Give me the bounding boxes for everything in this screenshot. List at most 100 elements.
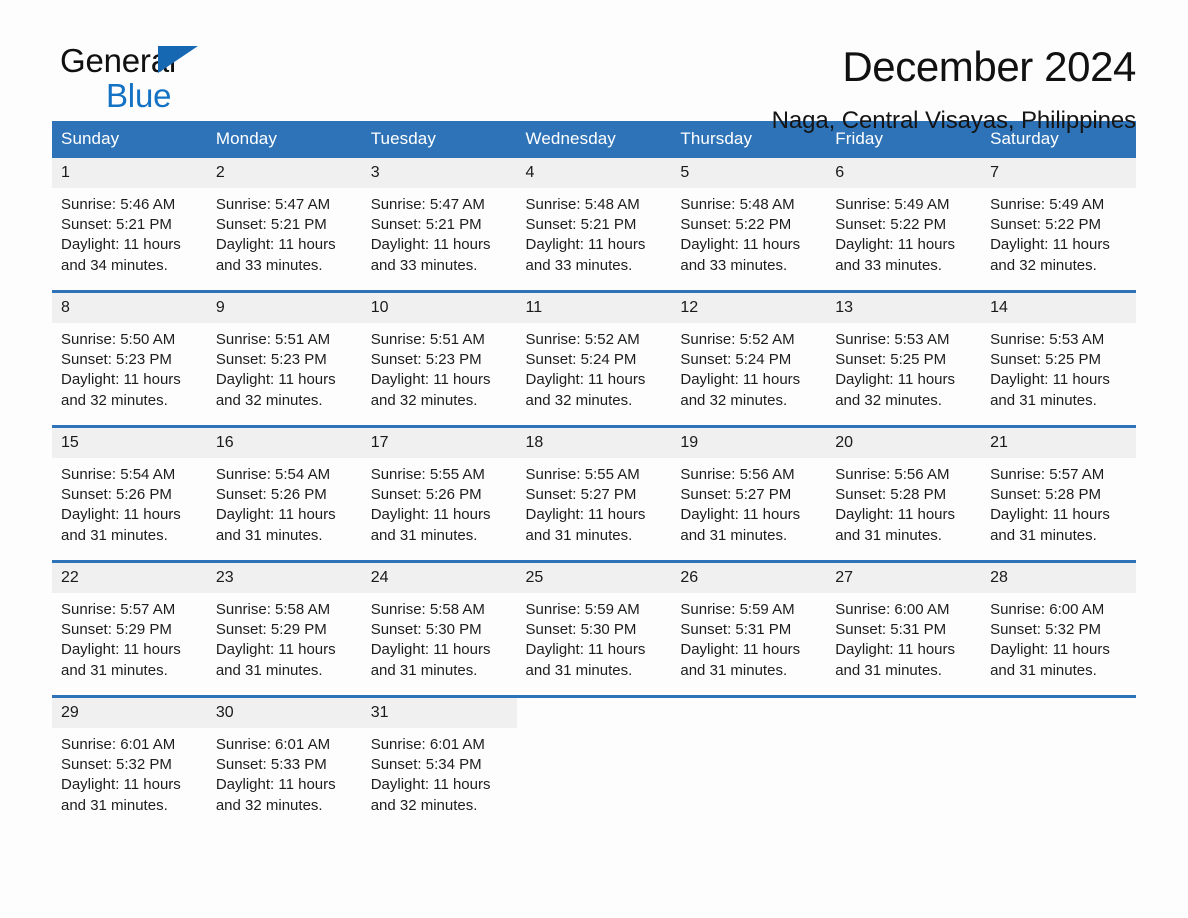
day-details: Sunrise: 5:47 AM Sunset: 5:21 PM Dayligh…	[207, 188, 362, 276]
day-details: Sunrise: 6:01 AM Sunset: 5:32 PM Dayligh…	[52, 728, 207, 816]
day-number: 17	[361, 428, 517, 458]
sunrise-text: Sunrise: 5:58 AM	[215, 601, 331, 618]
sunset-text: Sunset: 5:25 PM	[835, 351, 947, 369]
day-cell[interactable]: 12 Sunrise: 5:52 AM Sunset: 5:24 PM Dayl…	[671, 290, 827, 427]
day-cell[interactable]: 13 Sunrise: 5:53 AM Sunset: 5:25 PM Dayl…	[826, 290, 982, 427]
day-cell[interactable]: 7 Sunrise: 5:49 AM Sunset: 5:22 PM Dayli…	[981, 158, 1136, 292]
calendar-week-row: 1 Sunrise: 5:46 AM Sunset: 5:21 PM Dayli…	[52, 158, 1136, 292]
day-number: 20	[826, 428, 982, 458]
day-cell[interactable]: 10 Sunrise: 5:51 AM Sunset: 5:23 PM Dayl…	[361, 290, 517, 427]
day-cell[interactable]: 1 Sunrise: 5:46 AM Sunset: 5:21 PM Dayli…	[52, 158, 207, 292]
day-details: Sunrise: 6:01 AM Sunset: 5:34 PM Dayligh…	[362, 728, 517, 816]
day-cell[interactable]: 9 Sunrise: 5:51 AM Sunset: 5:23 PM Dayli…	[206, 290, 362, 427]
daylight-text: Daylight: 11 hours and 32 minutes.	[525, 371, 646, 409]
day-number: 27	[826, 563, 982, 593]
title-block: December 2024 Naga, Central Visayas, Phi…	[772, 43, 1137, 135]
day-cell[interactable]: 11 Sunrise: 5:52 AM Sunset: 5:24 PM Dayl…	[516, 290, 672, 427]
day-cell[interactable]: 3 Sunrise: 5:47 AM Sunset: 5:21 PM Dayli…	[361, 158, 517, 292]
logo-triangle-icon	[158, 46, 198, 73]
day-cell[interactable]: 2 Sunrise: 5:47 AM Sunset: 5:21 PM Dayli…	[206, 158, 362, 292]
day-number: 18	[516, 428, 672, 458]
day-cell[interactable]: 23 Sunrise: 5:58 AM Sunset: 5:29 PM Dayl…	[206, 560, 362, 697]
sunrise-text: Sunrise: 5:47 AM	[370, 196, 485, 213]
day-cell[interactable]: 28 Sunrise: 6:00 AM Sunset: 5:32 PM Dayl…	[981, 560, 1136, 697]
sunrise-text: Sunrise: 6:00 AM	[990, 601, 1105, 618]
sunrise-text: Sunrise: 5:51 AM	[370, 331, 485, 348]
day-cell[interactable]: 29 Sunrise: 6:01 AM Sunset: 5:32 PM Dayl…	[52, 695, 207, 830]
day-cell[interactable]: 30 Sunrise: 6:01 AM Sunset: 5:33 PM Dayl…	[206, 695, 362, 830]
sunset-text: Sunset: 5:33 PM	[215, 756, 327, 774]
day-number: 15	[52, 428, 207, 458]
daylight-text: Daylight: 11 hours and 31 minutes.	[61, 641, 181, 679]
day-cell[interactable]: 6 Sunrise: 5:49 AM Sunset: 5:22 PM Dayli…	[826, 158, 982, 292]
sunset-text: Sunset: 5:25 PM	[990, 351, 1101, 369]
sunset-text: Sunset: 5:32 PM	[990, 621, 1101, 639]
sunset-text: Sunset: 5:26 PM	[370, 486, 482, 504]
day-cell[interactable]: 8 Sunrise: 5:50 AM Sunset: 5:23 PM Dayli…	[52, 290, 207, 427]
sunrise-text: Sunrise: 6:01 AM	[215, 736, 331, 753]
day-cell[interactable]: 22 Sunrise: 5:57 AM Sunset: 5:29 PM Dayl…	[52, 560, 207, 697]
weekday-header-sunday: Sunday	[52, 121, 207, 158]
day-cell[interactable]: 14 Sunrise: 5:53 AM Sunset: 5:25 PM Dayl…	[981, 290, 1136, 427]
day-details: Sunrise: 6:01 AM Sunset: 5:33 PM Dayligh…	[207, 728, 362, 816]
daylight-text: Daylight: 11 hours and 31 minutes.	[370, 641, 491, 679]
sunrise-text: Sunrise: 5:50 AM	[61, 331, 176, 348]
sunset-text: Sunset: 5:22 PM	[835, 216, 947, 234]
day-number: 24	[361, 563, 517, 593]
daylight-text: Daylight: 11 hours and 31 minutes.	[990, 641, 1110, 679]
page-title: December 2024	[842, 43, 1136, 90]
day-details: Sunrise: 5:58 AM Sunset: 5:30 PM Dayligh…	[362, 593, 517, 681]
daylight-text: Daylight: 11 hours and 32 minutes.	[835, 371, 956, 409]
daylight-text: Daylight: 11 hours and 32 minutes.	[680, 371, 801, 409]
calendar-page: General Blue December 2024 Naga, Central…	[0, 0, 1188, 918]
day-number: 19	[671, 428, 827, 458]
page-header: General Blue December 2024 Naga, Central…	[52, 0, 1136, 134]
day-details: Sunrise: 5:56 AM Sunset: 5:28 PM Dayligh…	[826, 458, 981, 546]
day-number: 9	[206, 293, 362, 323]
daylight-text: Daylight: 11 hours and 31 minutes.	[61, 776, 181, 814]
day-number: 7	[981, 158, 1136, 188]
sunrise-text: Sunrise: 5:52 AM	[525, 331, 640, 348]
day-cell[interactable]: 26 Sunrise: 5:59 AM Sunset: 5:31 PM Dayl…	[671, 560, 827, 697]
sunrise-text: Sunrise: 5:49 AM	[990, 196, 1105, 213]
sunset-text: Sunset: 5:21 PM	[215, 216, 327, 234]
day-cell[interactable]: 17 Sunrise: 5:55 AM Sunset: 5:26 PM Dayl…	[361, 425, 517, 562]
daylight-text: Daylight: 11 hours and 31 minutes.	[525, 506, 646, 544]
day-cell[interactable]: 19 Sunrise: 5:56 AM Sunset: 5:27 PM Dayl…	[671, 425, 827, 562]
day-details: Sunrise: 5:57 AM Sunset: 5:28 PM Dayligh…	[981, 458, 1136, 546]
day-number: 5	[671, 158, 827, 188]
daylight-text: Daylight: 11 hours and 33 minutes.	[215, 236, 336, 274]
day-cell[interactable]: 31 Sunrise: 6:01 AM Sunset: 5:34 PM Dayl…	[361, 695, 517, 830]
day-cell[interactable]: 4 Sunrise: 5:48 AM Sunset: 5:21 PM Dayli…	[516, 158, 672, 292]
sunrise-text: Sunrise: 5:55 AM	[370, 466, 485, 483]
day-cell[interactable]: 21 Sunrise: 5:57 AM Sunset: 5:28 PM Dayl…	[981, 425, 1136, 562]
sunrise-text: Sunrise: 5:49 AM	[835, 196, 950, 213]
sunrise-text: Sunrise: 5:59 AM	[680, 601, 795, 618]
day-details: Sunrise: 5:49 AM Sunset: 5:22 PM Dayligh…	[826, 188, 981, 276]
daylight-text: Daylight: 11 hours and 32 minutes.	[370, 776, 491, 814]
day-number: 23	[206, 563, 362, 593]
day-cell[interactable]: 5 Sunrise: 5:48 AM Sunset: 5:22 PM Dayli…	[671, 158, 827, 292]
day-cell-empty	[826, 695, 982, 830]
daylight-text: Daylight: 11 hours and 31 minutes.	[215, 641, 336, 679]
day-cell[interactable]: 25 Sunrise: 5:59 AM Sunset: 5:30 PM Dayl…	[516, 560, 672, 697]
sunrise-text: Sunrise: 5:53 AM	[990, 331, 1105, 348]
daylight-text: Daylight: 11 hours and 32 minutes.	[215, 371, 336, 409]
sunset-text: Sunset: 5:31 PM	[835, 621, 947, 639]
sunset-text: Sunset: 5:29 PM	[61, 621, 172, 639]
day-details: Sunrise: 5:51 AM Sunset: 5:23 PM Dayligh…	[207, 323, 362, 411]
day-cell[interactable]: 15 Sunrise: 5:54 AM Sunset: 5:26 PM Dayl…	[52, 425, 207, 562]
day-number: 22	[52, 563, 207, 593]
day-details: Sunrise: 5:53 AM Sunset: 5:25 PM Dayligh…	[826, 323, 981, 411]
sunrise-text: Sunrise: 5:54 AM	[61, 466, 176, 483]
day-cell[interactable]: 24 Sunrise: 5:58 AM Sunset: 5:30 PM Dayl…	[361, 560, 517, 697]
day-cell[interactable]: 16 Sunrise: 5:54 AM Sunset: 5:26 PM Dayl…	[206, 425, 362, 562]
calendar-body: 1 Sunrise: 5:46 AM Sunset: 5:21 PM Dayli…	[52, 158, 1136, 830]
sunset-text: Sunset: 5:23 PM	[215, 351, 327, 369]
day-details: Sunrise: 5:48 AM Sunset: 5:22 PM Dayligh…	[671, 188, 826, 276]
sunrise-text: Sunrise: 5:46 AM	[61, 196, 176, 213]
day-cell[interactable]: 27 Sunrise: 6:00 AM Sunset: 5:31 PM Dayl…	[826, 560, 982, 697]
day-cell[interactable]: 18 Sunrise: 5:55 AM Sunset: 5:27 PM Dayl…	[516, 425, 672, 562]
day-cell[interactable]: 20 Sunrise: 5:56 AM Sunset: 5:28 PM Dayl…	[826, 425, 982, 562]
sunrise-text: Sunrise: 5:54 AM	[215, 466, 331, 483]
